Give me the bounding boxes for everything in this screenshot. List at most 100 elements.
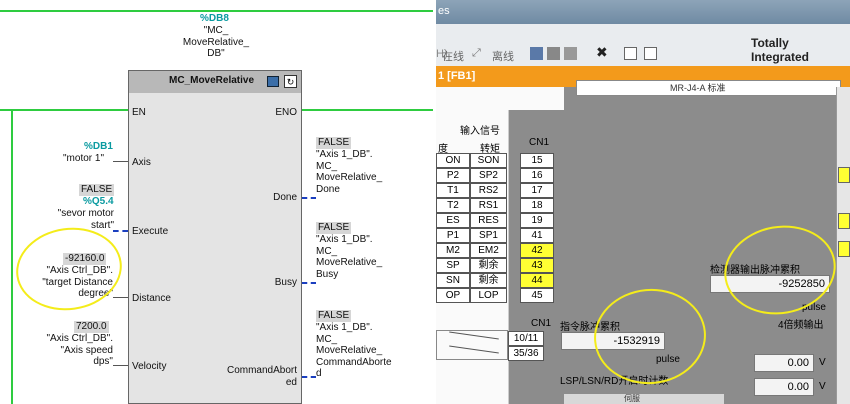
rung-line-en bbox=[0, 109, 128, 111]
split-horizontal-icon[interactable] bbox=[624, 47, 637, 60]
tia-window: es H) 在线 ⤢ 离线 ✖ Totally Integrated 1 [FB… bbox=[436, 0, 850, 404]
go-offline-icon: ⤢ bbox=[472, 47, 481, 59]
signal-row-pin-cell: 15 bbox=[520, 153, 554, 168]
v1-field: 0.00 bbox=[754, 354, 814, 372]
wiring-box bbox=[436, 330, 508, 360]
window-titlebar: es bbox=[436, 0, 850, 24]
signal-row-mode-cell: SN bbox=[436, 273, 470, 288]
signal-row-pin-cell: 45 bbox=[520, 288, 554, 303]
pin-commandaborted: CommandAbort ed bbox=[226, 365, 297, 388]
v1-value: 0.00 bbox=[787, 357, 809, 369]
bottom-tab-label[interactable]: 伺服 bbox=[624, 393, 640, 404]
accessible-devices-icon[interactable] bbox=[530, 47, 543, 60]
signal-row-torque-cell: RS1 bbox=[470, 198, 507, 213]
done-name[interactable]: "Axis 1_DB". MC_ MoveRelative_ Done bbox=[316, 149, 382, 195]
rung-line-top bbox=[0, 10, 433, 12]
panel-caption-box: MR-J4-A 标准 bbox=[576, 80, 841, 96]
signal-row-pin-cell: 17 bbox=[520, 183, 554, 198]
fb-tab-title[interactable]: 1 [FB1] bbox=[438, 70, 475, 82]
signal-row-mode-cell: T1 bbox=[436, 183, 470, 198]
pin-axis: Axis bbox=[132, 157, 151, 168]
v2-value: 0.00 bbox=[787, 381, 809, 393]
axis-name[interactable]: "motor 1" bbox=[63, 153, 104, 165]
aborted-wire bbox=[302, 376, 316, 378]
right-side-panel bbox=[836, 87, 850, 404]
velocity-value[interactable]: 7200.0 bbox=[74, 321, 109, 333]
pin-35-36: 35/36 bbox=[508, 346, 544, 361]
done-value: FALSE bbox=[316, 137, 352, 149]
pin-done: Done bbox=[273, 192, 297, 203]
pin-en: EN bbox=[132, 107, 146, 118]
pin-busy: Busy bbox=[274, 277, 297, 288]
instance-db-tag: %DB8 bbox=[200, 13, 229, 24]
block-title: MC_MoveRelative bbox=[169, 75, 255, 86]
pin-velocity: Velocity bbox=[132, 361, 167, 372]
tools-icon[interactable] bbox=[564, 47, 577, 60]
signal-row-pin-cell: 16 bbox=[520, 168, 554, 183]
block-header: MC_MoveRelative ↻ bbox=[129, 71, 301, 93]
aborted-name[interactable]: "Axis 1_DB". MC_ MoveRelative_ CommandAb… bbox=[316, 322, 392, 380]
velocity-wire bbox=[113, 365, 128, 366]
block-monitor-icon[interactable] bbox=[267, 76, 279, 87]
go-offline-button[interactable]: 离线 bbox=[492, 48, 514, 64]
execute-tag[interactable]: %Q5.4 bbox=[83, 196, 114, 208]
bottom-tab-strip: 伺服 bbox=[564, 394, 724, 404]
signal-row-mode-cell: ON bbox=[436, 153, 470, 168]
busy-value: FALSE bbox=[316, 222, 352, 234]
block-watch-icon[interactable]: ↻ bbox=[284, 75, 297, 88]
signal-row-pin-cell: 18 bbox=[520, 198, 554, 213]
brand-label: Totally Integrated bbox=[751, 36, 810, 64]
signal-row-torque-cell: 剩余 bbox=[470, 258, 507, 273]
input-signal-header: 输入信号 bbox=[460, 126, 500, 137]
split-vertical-icon[interactable] bbox=[644, 47, 657, 60]
axis-tag[interactable]: %DB1 bbox=[84, 141, 113, 153]
signal-row-mode-cell: OP bbox=[436, 288, 470, 303]
signal-row-mode-cell: ES bbox=[436, 213, 470, 228]
ladder-panel: %DB8 "MC_ MoveRelative_ DB" MC_MoveRelat… bbox=[0, 0, 433, 404]
axis-wire bbox=[113, 161, 128, 162]
signal-row-torque-cell: SP1 bbox=[470, 228, 507, 243]
execute-wire bbox=[113, 230, 128, 232]
cn1-label-2: CN1 bbox=[531, 318, 552, 329]
signal-row-mode-cell: P2 bbox=[436, 168, 470, 183]
signal-row-mode-cell: M2 bbox=[436, 243, 470, 258]
busy-name[interactable]: "Axis 1_DB". MC_ MoveRelative_ Busy bbox=[316, 234, 382, 280]
go-online-button[interactable]: 在线 bbox=[442, 48, 464, 64]
signal-row-mode-cell: SP bbox=[436, 258, 470, 273]
panel-caption: MR-J4-A 标准 bbox=[670, 83, 726, 93]
done-wire bbox=[302, 197, 316, 199]
mc-moverelative-block[interactable]: MC_MoveRelative ↻ EN ENO Axis Execute Di… bbox=[128, 70, 302, 404]
window-title: es bbox=[438, 5, 450, 17]
v1-unit: V bbox=[819, 357, 826, 368]
signal-row-pin-cell: 19 bbox=[520, 213, 554, 228]
execute-value: FALSE bbox=[79, 184, 115, 196]
v2-unit: V bbox=[819, 381, 826, 392]
signal-row-torque-cell: SON bbox=[470, 153, 507, 168]
signal-row-pin-cell: 43 bbox=[520, 258, 554, 273]
pin-distance: Distance bbox=[132, 293, 171, 304]
signal-row-torque-cell: RS2 bbox=[470, 183, 507, 198]
distance-wire bbox=[113, 297, 128, 298]
instance-db-name: "MC_ MoveRelative_ DB" bbox=[182, 25, 250, 59]
compare-icon[interactable] bbox=[547, 47, 560, 60]
velocity-name[interactable]: "Axis Ctrl_DB". "Axis speed dps" bbox=[38, 333, 113, 368]
pin-execute: Execute bbox=[132, 226, 169, 237]
x4-label: 4倍频输出 bbox=[778, 320, 824, 331]
signal-row-mode-cell: T2 bbox=[436, 198, 470, 213]
signal-row-torque-cell: EM2 bbox=[470, 243, 507, 258]
aborted-value: FALSE bbox=[316, 310, 352, 322]
busy-wire bbox=[302, 282, 316, 284]
signal-row-torque-cell: SP2 bbox=[470, 168, 507, 183]
signal-row-mode-cell: P1 bbox=[436, 228, 470, 243]
pin-10-11: 10/11 bbox=[508, 331, 544, 346]
close-x-icon[interactable]: ✖ bbox=[596, 44, 608, 61]
signal-row-pin-cell: 41 bbox=[520, 228, 554, 243]
signal-row-torque-cell: RES bbox=[470, 213, 507, 228]
distance-highlight-annotation bbox=[10, 221, 128, 317]
signal-row-pin-cell: 42 bbox=[520, 243, 554, 258]
power-rail bbox=[11, 111, 13, 404]
signal-row-torque-cell: LOP bbox=[470, 288, 507, 303]
pin-eno: ENO bbox=[275, 107, 297, 118]
rung-line-eno bbox=[302, 109, 433, 111]
col-c-header: CN1 bbox=[529, 137, 550, 148]
